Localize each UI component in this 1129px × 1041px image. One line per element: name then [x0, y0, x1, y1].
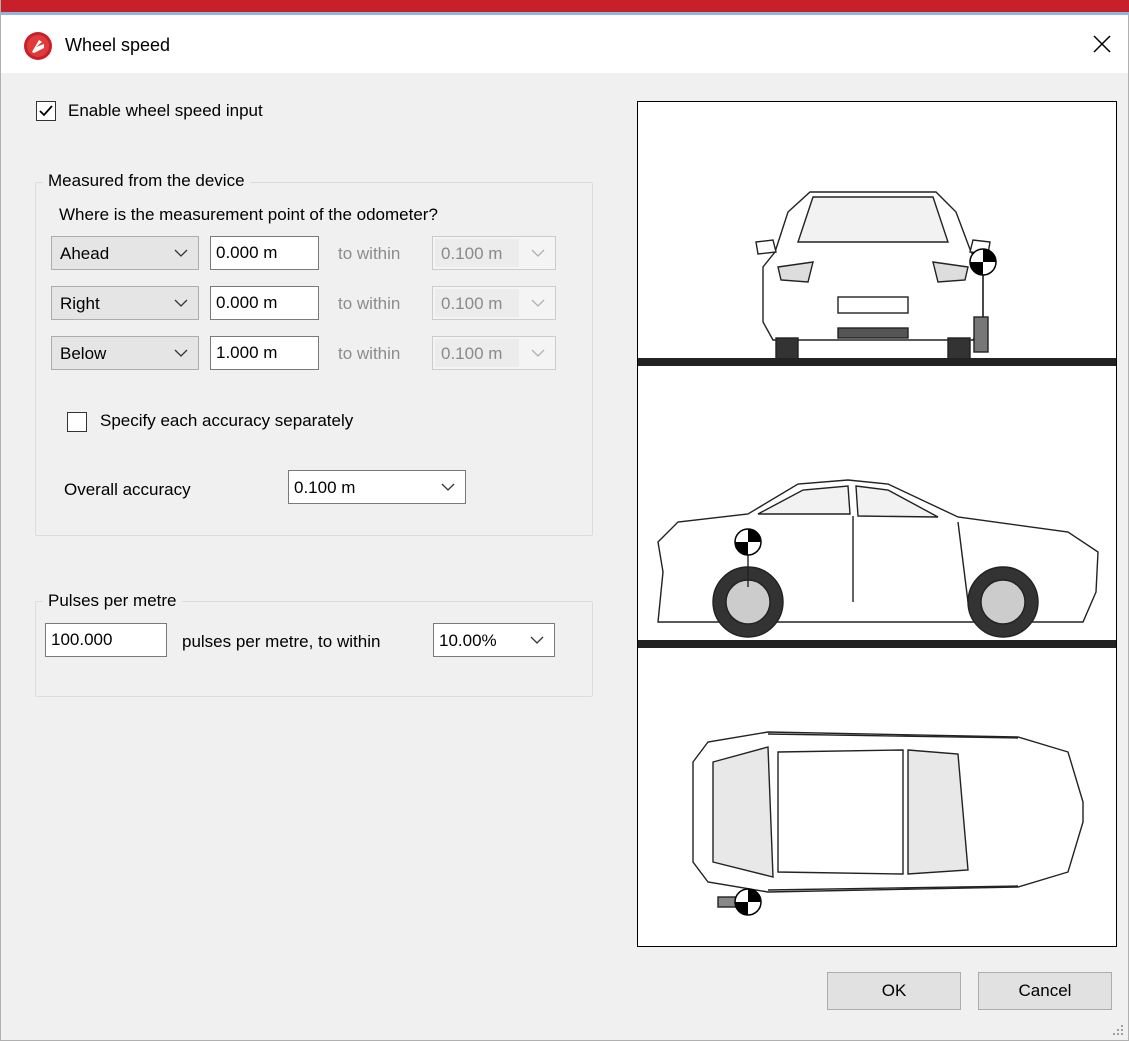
car-rear-view — [755, 191, 991, 361]
chevron-down-icon — [531, 349, 545, 357]
ground-line-1 — [638, 358, 1116, 366]
chevron-down-icon — [174, 349, 188, 357]
separate-accuracy-checkbox[interactable] — [67, 412, 87, 432]
cancel-button[interactable]: Cancel — [978, 972, 1112, 1010]
title-accent-bar — [1, 0, 1129, 12]
accuracy-select-below[interactable]: 0.100 m — [432, 336, 556, 370]
overall-accuracy-label: Overall accuracy — [64, 480, 191, 499]
chevron-down-icon — [530, 636, 544, 644]
to-within-label: to within — [338, 244, 401, 263]
overall-accuracy-select[interactable]: 0.100 m — [288, 470, 466, 504]
car-side-view — [657, 479, 1099, 638]
enable-wheel-speed-checkbox[interactable] — [36, 101, 56, 121]
distance-input-right[interactable]: 0.000 m — [210, 286, 319, 320]
check-icon — [39, 105, 53, 117]
direction-select-ahead[interactable]: Ahead — [51, 236, 199, 270]
device-group-title: Measured from the device — [43, 171, 250, 191]
enable-wheel-speed-label: Enable wheel speed input — [68, 101, 263, 120]
car-top-view — [692, 731, 1084, 908]
distance-input-below[interactable]: 1.000 m — [210, 336, 319, 370]
pulses-input[interactable]: 100.000 — [45, 623, 167, 657]
distance-input-ahead[interactable]: 0.000 m — [210, 236, 319, 270]
resize-grip-icon[interactable] — [1112, 1024, 1124, 1036]
direction-select-below[interactable]: Below — [51, 336, 199, 370]
direction-select-right[interactable]: Right — [51, 286, 199, 320]
ground-line-2 — [638, 640, 1116, 648]
accuracy-select-right[interactable]: 0.100 m — [432, 286, 556, 320]
chevron-down-icon — [531, 299, 545, 307]
dialog-window: Wheel speed Enable wheel speed input Mea… — [0, 0, 1129, 1041]
chevron-down-icon — [531, 249, 545, 257]
target-marker-side — [734, 528, 762, 556]
target-marker-top — [734, 888, 762, 916]
chevron-down-icon — [441, 483, 455, 491]
to-within-label: to within — [338, 294, 401, 313]
window-title: Wheel speed — [65, 35, 171, 55]
to-within-label: to within — [338, 344, 401, 363]
pulses-label: pulses per metre, to within — [182, 632, 381, 651]
ok-button[interactable]: OK — [827, 972, 961, 1010]
app-logo-icon — [24, 32, 52, 60]
pulses-group-title: Pulses per metre — [43, 591, 182, 611]
title-bar: Wheel speed — [1, 15, 1128, 73]
vehicle-diagram — [637, 101, 1117, 947]
chevron-down-icon — [174, 249, 188, 257]
separate-accuracy-label: Specify each accuracy separately — [100, 411, 354, 430]
pulses-tolerance-select[interactable]: 10.00% — [433, 623, 555, 657]
close-button[interactable] — [1076, 15, 1128, 73]
accuracy-select-ahead[interactable]: 0.100 m — [432, 236, 556, 270]
odometer-question: Where is the measurement point of the od… — [59, 205, 438, 224]
close-icon — [1093, 35, 1111, 53]
chevron-down-icon — [174, 299, 188, 307]
target-marker-rear — [969, 248, 997, 276]
